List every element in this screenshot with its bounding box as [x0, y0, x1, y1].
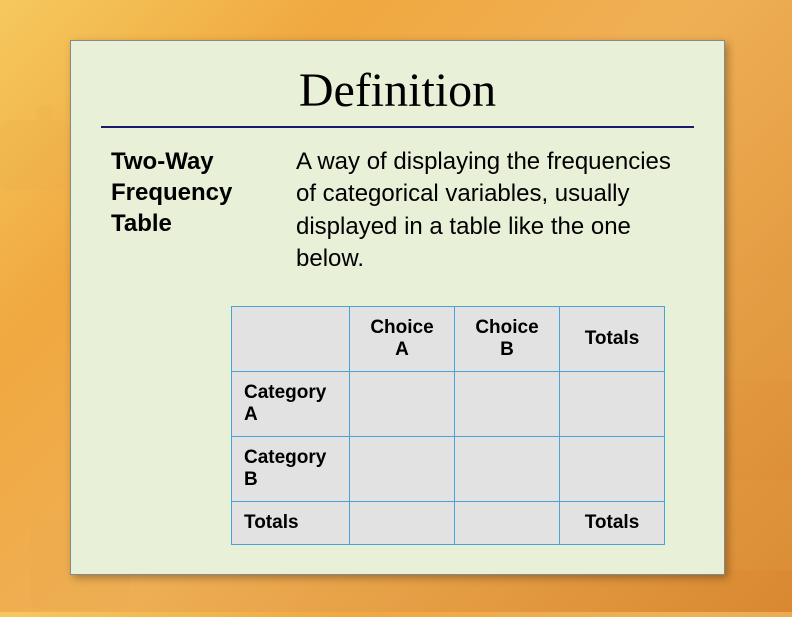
- table-header-row: Choice A Choice B Totals: [232, 306, 665, 371]
- divider: [101, 126, 694, 128]
- table-cell: [455, 436, 560, 501]
- table-wrapper: Choice A Choice B Totals Category A Cate…: [101, 306, 694, 545]
- table-cell: [560, 371, 665, 436]
- table-row-label: Totals: [232, 501, 350, 544]
- table-row: Category B: [232, 436, 665, 501]
- table-row-label: Category A: [232, 371, 350, 436]
- table-cell: [560, 436, 665, 501]
- table-row: Totals Totals: [232, 501, 665, 544]
- card-title: Definition: [101, 63, 694, 118]
- table-cell: [455, 371, 560, 436]
- table-header-cell: Totals: [560, 306, 665, 371]
- table-cell: Totals: [560, 501, 665, 544]
- table-cell: [455, 501, 560, 544]
- table-cell: [350, 436, 455, 501]
- table-header-cell: Choice B: [455, 306, 560, 371]
- table-cell: [350, 371, 455, 436]
- table-cell: [350, 501, 455, 544]
- term-description: A way of displaying the frequencies of c…: [296, 146, 684, 276]
- content-row: Two-Way Frequency Table A way of display…: [101, 146, 694, 276]
- term-label: Two-Way Frequency Table: [111, 146, 266, 276]
- frequency-table: Choice A Choice B Totals Category A Cate…: [231, 306, 665, 545]
- table-header-cell: Choice A: [350, 306, 455, 371]
- table-header-cell: [232, 306, 350, 371]
- table-row: Category A: [232, 371, 665, 436]
- table-row-label: Category B: [232, 436, 350, 501]
- definition-card: Definition Two-Way Frequency Table A way…: [70, 40, 725, 575]
